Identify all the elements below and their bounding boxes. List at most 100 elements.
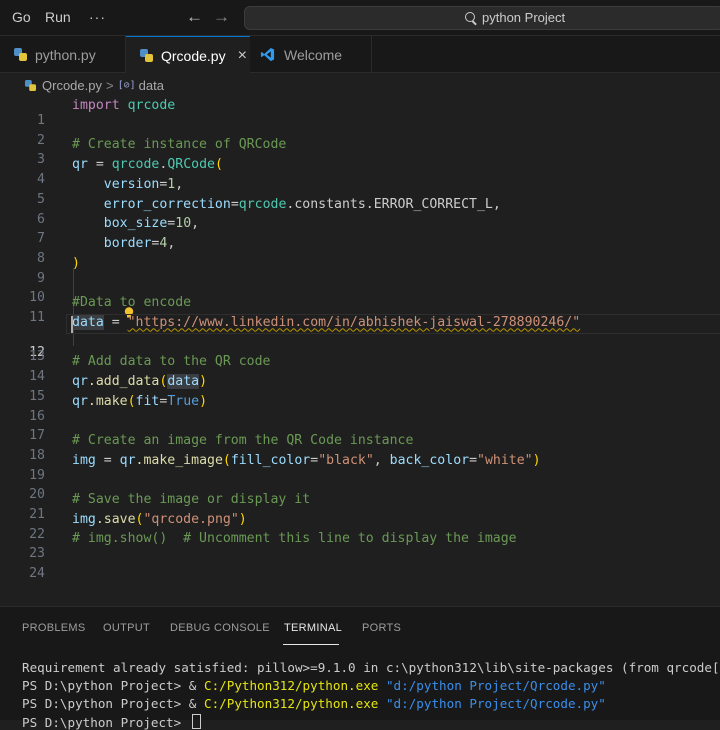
code-line: 20 [0, 472, 720, 502]
search-text: python Project [482, 10, 566, 25]
code-token: fit [135, 393, 160, 409]
code-token: qr [72, 393, 88, 409]
code-token: ( [127, 393, 136, 409]
code-token: qr [119, 452, 136, 468]
code-token: ( [214, 157, 223, 173]
terminal-exe: C:/Python312/python.exe [203, 678, 379, 693]
code-token: , [175, 176, 184, 192]
code-token: .save [95, 511, 136, 527]
breadcrumb-symbol[interactable]: data [139, 78, 164, 93]
code-line: 6 error_correction=qrcode.constants.ERRO… [0, 196, 720, 227]
code-line: 14 # Add data to the QR code [0, 354, 720, 384]
breadcrumb-separator: > [105, 77, 114, 93]
code-line: 1 import qrcode [0, 98, 720, 128]
code-token: ) [199, 373, 208, 389]
breadcrumb: Qrcode.py > [⊘] data [24, 76, 164, 94]
lightbulb-icon[interactable] [76, 292, 133, 318]
code-line: 15 qr.add_data(data) [0, 373, 720, 404]
code-token: ) [238, 511, 247, 527]
code-token: = [95, 452, 120, 468]
command-center-search[interactable]: python Project [244, 6, 720, 30]
tab-terminal[interactable]: TERMINAL [284, 622, 342, 634]
python-file-icon [14, 48, 27, 61]
code-token: "qrcode.png" [143, 511, 239, 527]
code-token: , [373, 452, 390, 468]
code-token: img [72, 511, 96, 527]
code-token: ( [222, 452, 231, 468]
terminal-prompt: PS D:\python Project> & [22, 678, 204, 693]
tab-output[interactable]: OUTPUT [103, 622, 150, 634]
code-line: 2 [0, 118, 720, 148]
code-line: 24 [0, 551, 720, 581]
code-token: = [469, 452, 478, 468]
code-token: .constants.ERROR_CORRECT_L, [286, 196, 501, 212]
terminal-arg: "d:/python Project/Qrcode.py" [385, 696, 606, 711]
menu-go[interactable]: Go [12, 9, 31, 25]
code-token: = [103, 314, 128, 330]
terminal-line[interactable]: PS D:\python Project> [22, 714, 201, 730]
code-comment: # Add data to the QR code [72, 354, 271, 370]
tab-ports[interactable]: PORTS [362, 622, 401, 634]
code-line: 18 # Create an image from the QR Code in… [0, 432, 720, 463]
python-file-icon [140, 49, 153, 62]
forward-arrow-icon[interactable]: → [213, 7, 230, 27]
code-line: 19 img = qr.make_image(fill_color="black… [0, 452, 720, 483]
tab-python-py[interactable]: python.py [0, 36, 126, 73]
code-comment: # Save the image or display it [72, 492, 311, 507]
code-token: "black" [318, 452, 374, 468]
search-label: python Project [465, 10, 565, 25]
code-comment: # Create an image from the QR Code insta… [72, 432, 414, 448]
code-token: qrcode [111, 157, 160, 173]
menu-more-icon[interactable]: ··· [89, 9, 106, 25]
title-bar: Go Run ··· ← → python Project [0, 0, 720, 36]
code-token: data [167, 373, 200, 389]
code-line: 7 box_size=10, [0, 216, 720, 246]
code-comment: # Create instance of QRCode [72, 137, 287, 153]
code-token: , [167, 235, 176, 251]
code-token: fill_color [230, 452, 311, 468]
terminal-line: PS D:\python Project> & C:/Python312/pyt… [22, 678, 606, 693]
code-token: ) [199, 393, 208, 409]
code-line: 8 border=4, [0, 235, 720, 266]
code-token: .add_data [87, 373, 160, 389]
code-token: data [72, 314, 104, 330]
terminal-line: PS D:\python Project> & C:/Python312/pyt… [22, 696, 606, 711]
text-cursor [71, 315, 73, 333]
terminal-text: Requirement already satisfied: pillow>=9… [22, 660, 720, 675]
editor-tab-bar: python.py Qrcode.py × Welcome [0, 36, 720, 74]
back-arrow-icon[interactable]: ← [186, 7, 203, 27]
terminal-exe: C:/Python312/python.exe [203, 696, 379, 711]
tab-label: Welcome [284, 46, 343, 63]
code-token: = [230, 196, 239, 212]
code-token: back_color [389, 452, 470, 468]
vscode-logo-icon [260, 47, 275, 62]
code-editor[interactable]: 1 import qrcode 2 3 # Create instance of… [0, 95, 720, 605]
tab-label: Qrcode.py [161, 47, 226, 64]
code-token: import [72, 98, 120, 113]
close-icon[interactable]: × [238, 47, 247, 65]
tab-debug-console[interactable]: DEBUG CONSOLE [170, 622, 270, 634]
code-token: qrcode [127, 98, 176, 113]
tab-problems[interactable]: PROBLEMS [22, 622, 86, 634]
menu-run[interactable]: Run [45, 9, 71, 25]
code-token: box_size [103, 216, 168, 232]
tab-qrcode-py[interactable]: Qrcode.py × [126, 36, 250, 74]
code-token: qr [72, 373, 88, 389]
breadcrumb-file[interactable]: Qrcode.py [42, 78, 102, 93]
code-token: 10 [175, 216, 192, 232]
code-line: 10 [0, 275, 720, 305]
code-line: 16 qr.make(fit=True) [0, 393, 720, 424]
code-token: border [103, 235, 152, 251]
terminal-line: Requirement already satisfied: pillow>=9… [22, 660, 720, 675]
code-token: ) [72, 255, 80, 271]
bottom-panel: PROBLEMS OUTPUT DEBUG CONSOLE TERMINAL P… [0, 606, 720, 730]
terminal-cursor [191, 714, 201, 729]
variable-symbol-icon: [⊘] [117, 79, 136, 91]
active-tab-indicator [283, 644, 339, 645]
code-token: version [103, 176, 160, 192]
code-line: 23 # img.show() # Uncomment this line to… [0, 531, 720, 561]
code-comment: # img.show() # Uncomment this line to di… [72, 531, 517, 547]
code-token: "https://www.linkedin.com/in/abhishek-ja… [127, 314, 581, 330]
code-token: = [310, 452, 319, 468]
tab-welcome[interactable]: Welcome [250, 36, 372, 73]
